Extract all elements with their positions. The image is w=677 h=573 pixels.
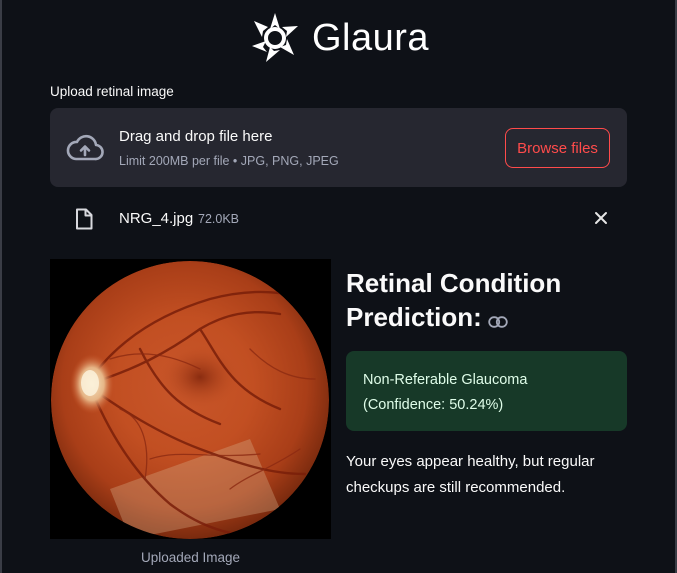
prediction-confidence: (Confidence: 50.24%) <box>363 397 504 413</box>
file-size: 72.0KB <box>198 212 240 226</box>
file-dropzone[interactable]: Drag and drop file here Limit 200MB per … <box>50 108 627 187</box>
image-caption: Uploaded Image <box>140 550 241 565</box>
app-title: Glaura <box>312 16 430 59</box>
link-icon[interactable] <box>488 302 508 336</box>
browse-files-button[interactable]: Browse files <box>505 128 610 168</box>
uploaded-file-row: NRG_4.jpg 72.0KB <box>50 200 627 238</box>
prediction-heading: Retinal Condition Prediction: <box>346 266 636 336</box>
dropzone-limits: Limit 200MB per file • JPG, PNG, JPEG <box>119 154 339 168</box>
dropzone-title: Drag and drop file here <box>119 128 273 145</box>
prediction-result-alert: Non-Referable Glaucoma (Confidence: 50.2… <box>346 351 627 431</box>
file-name: NRG_4.jpg <box>119 210 194 227</box>
window-border-left <box>0 0 2 573</box>
uploaded-retina-image <box>50 259 331 539</box>
cloud-upload-icon <box>66 134 104 167</box>
star-burst-icon <box>248 11 302 65</box>
close-icon[interactable] <box>593 210 609 226</box>
prediction-label: Non-Referable Glaucoma <box>363 372 528 388</box>
document-icon <box>75 208 93 235</box>
app-logo: Glaura <box>248 10 429 66</box>
upload-label: Upload retinal image <box>50 84 174 99</box>
prediction-heading-text: Retinal Condition Prediction: <box>346 268 562 332</box>
recommendation-text: Your eyes appear healthy, but regular ch… <box>346 453 595 496</box>
